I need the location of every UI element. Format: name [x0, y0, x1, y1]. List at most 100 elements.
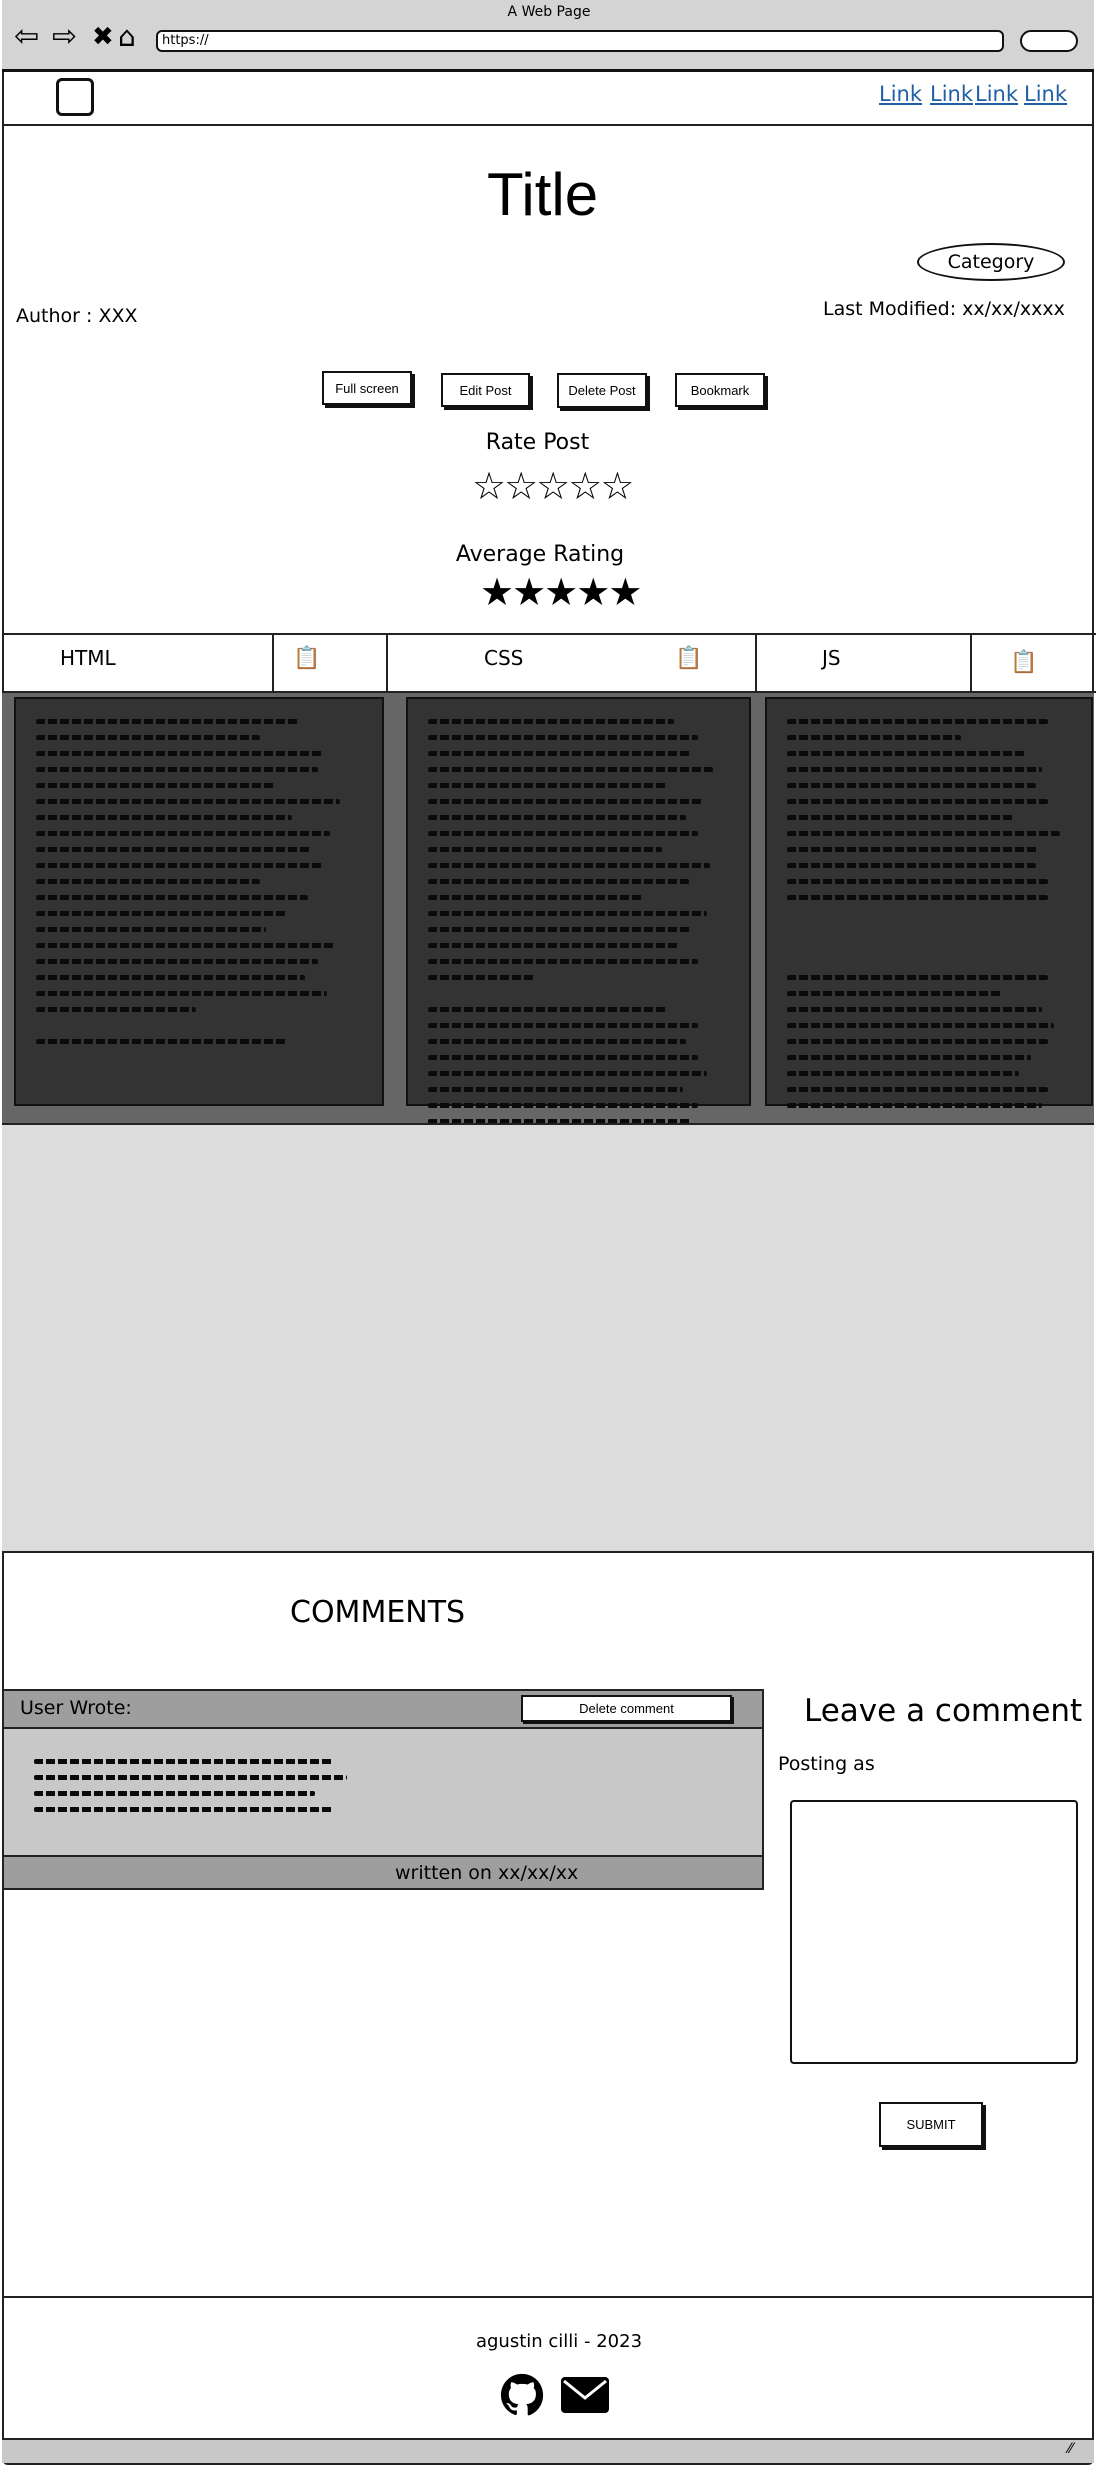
placeholder-text-line — [34, 1759, 333, 1764]
placeholder-text-line — [36, 751, 324, 756]
star-filled-icon: ★ — [608, 570, 642, 614]
code-tabs-bar — [2, 633, 1096, 693]
placeholder-text-line — [36, 719, 298, 724]
placeholder-text-line — [36, 783, 276, 788]
placeholder-text-line — [36, 895, 308, 900]
arrow-left-icon[interactable]: ⇦ — [14, 22, 39, 52]
placeholder-text-line — [787, 815, 1013, 820]
placeholder-text-line — [36, 863, 324, 868]
logo[interactable] — [56, 78, 94, 116]
placeholder-text-line — [428, 1007, 668, 1012]
placeholder-text-line — [428, 815, 686, 820]
js-code-panel[interactable] — [765, 697, 1093, 1108]
footer-divider — [2, 2296, 1094, 2298]
preview-area — [2, 1123, 1094, 1553]
browser-status-bar — [2, 2438, 1094, 2463]
nav-link-3[interactable]: Link — [975, 82, 1018, 106]
star-filled-icon: ★ — [480, 570, 514, 614]
placeholder-text-line — [428, 735, 698, 740]
close-icon[interactable]: ✖ — [92, 22, 114, 52]
placeholder-text-line — [36, 975, 305, 980]
star-filled-icon: ★ — [544, 570, 578, 614]
tab-divider — [755, 633, 757, 693]
address-bar[interactable]: https:// — [156, 30, 1004, 52]
mail-icon[interactable] — [560, 2376, 610, 2414]
placeholder-text-line — [36, 1039, 286, 1044]
window-title: A Web Page — [507, 4, 591, 20]
tab-divider — [970, 633, 972, 693]
arrow-right-icon[interactable]: ⇨ — [52, 22, 77, 52]
placeholder-text-line — [428, 847, 662, 852]
clipboard-icon[interactable]: 📋 — [1010, 650, 1037, 675]
placeholder-text-line — [36, 959, 318, 964]
placeholder-text-line — [787, 1007, 1042, 1012]
bookmark-button[interactable]: Bookmark — [675, 373, 765, 407]
placeholder-text-line — [787, 1039, 1048, 1044]
star-filled-icon: ★ — [512, 570, 546, 614]
clipboard-icon[interactable]: 📋 — [293, 646, 320, 671]
placeholder-text-line — [428, 1023, 698, 1028]
footer-credit: agustin cilli - 2023 — [475, 2331, 643, 2352]
placeholder-text-line — [36, 767, 318, 772]
placeholder-text-line — [787, 895, 1048, 900]
nav-link-2[interactable]: Link — [930, 82, 973, 106]
placeholder-text-line — [787, 831, 1060, 836]
placeholder-text-line — [787, 1023, 1054, 1028]
nav-link-1[interactable]: Link — [879, 82, 922, 106]
post-author: Author : XXX — [16, 305, 138, 327]
css-code-panel[interactable] — [406, 697, 751, 1124]
tab-css[interactable]: CSS — [484, 646, 523, 670]
star-empty-icon[interactable]: ☆ — [504, 464, 538, 508]
edit-post-button[interactable]: Edit Post — [441, 373, 530, 407]
delete-post-button[interactable]: Delete Post — [557, 373, 647, 408]
placeholder-text-line — [34, 1807, 333, 1812]
placeholder-text-line — [787, 1087, 1048, 1092]
nav-link-4[interactable]: Link — [1024, 82, 1067, 106]
star-empty-icon[interactable]: ☆ — [472, 464, 506, 508]
placeholder-text-line — [428, 943, 680, 948]
clipboard-icon[interactable]: 📋 — [675, 646, 702, 671]
star-empty-icon[interactable]: ☆ — [600, 464, 634, 508]
placeholder-text-line — [787, 719, 1048, 724]
placeholder-text-line — [787, 751, 1025, 756]
github-icon[interactable] — [500, 2373, 544, 2417]
comment-textarea[interactable] — [790, 1800, 1078, 2064]
placeholder-text-line — [36, 815, 292, 820]
last-modified: Last Modified: xx/xx/xxxx — [823, 298, 1065, 320]
star-empty-icon[interactable]: ☆ — [536, 464, 570, 508]
tab-js[interactable]: JS — [822, 646, 841, 670]
placeholder-text-line — [428, 1039, 686, 1044]
placeholder-text-line — [428, 831, 698, 836]
placeholder-text-line — [428, 767, 713, 772]
placeholder-text-line — [36, 943, 334, 948]
placeholder-text-line — [428, 751, 692, 756]
posting-as-label: Posting as — [778, 1753, 875, 1775]
star-filled-icon: ★ — [576, 570, 610, 614]
placeholder-text-line — [428, 1055, 698, 1060]
home-icon[interactable]: ⌂ — [118, 22, 136, 52]
html-code-panel[interactable] — [14, 697, 384, 1106]
comment-footer — [2, 1855, 764, 1890]
full-screen-button[interactable]: Full screen — [322, 371, 412, 405]
placeholder-text-line — [787, 879, 1048, 884]
placeholder-text-line — [787, 1055, 1031, 1060]
placeholder-text-line — [787, 783, 1036, 788]
placeholder-text-line — [36, 1007, 196, 1012]
resize-handle-icon[interactable]: ⁄⁄ — [1068, 2441, 1073, 2457]
star-empty-icon[interactable]: ☆ — [568, 464, 602, 508]
placeholder-text-line — [787, 847, 1039, 852]
placeholder-text-line — [787, 863, 1036, 868]
delete-comment-button[interactable]: Delete comment — [521, 1695, 732, 1722]
placeholder-text-line — [428, 1071, 707, 1076]
placeholder-text-line — [428, 1087, 683, 1092]
comment-user: User Wrote: — [20, 1697, 132, 1719]
browser-search-button[interactable] — [1020, 30, 1078, 52]
category-badge[interactable]: Category — [917, 243, 1065, 281]
average-rating-stars: ★★★★★ — [480, 570, 642, 614]
submit-button[interactable]: SUBMIT — [879, 2102, 983, 2147]
tab-html[interactable]: HTML — [60, 646, 116, 670]
rate-post-stars[interactable]: ☆☆☆☆☆ — [472, 464, 634, 508]
placeholder-text-line — [34, 1775, 347, 1780]
placeholder-text-line — [428, 895, 644, 900]
placeholder-text-line — [787, 1103, 1042, 1108]
